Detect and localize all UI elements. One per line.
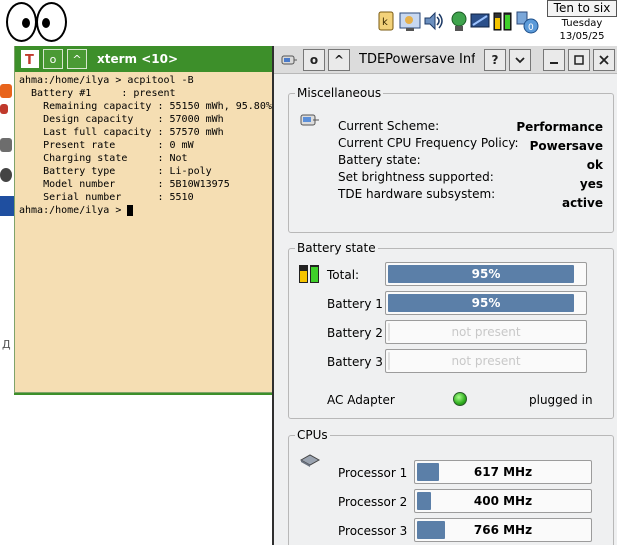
misc-heading: Miscellaneous bbox=[295, 86, 384, 100]
misc-value-hardware: active bbox=[561, 196, 603, 210]
svg-text:k: k bbox=[382, 17, 388, 28]
svg-text:T: T bbox=[25, 53, 34, 66]
battery-total-label: Total: bbox=[327, 268, 360, 282]
battery-total-text: 95% bbox=[471, 267, 501, 281]
misc-label-brightness: Set brightness supported: bbox=[338, 170, 494, 184]
keep-above-button[interactable]: ^ bbox=[328, 48, 350, 71]
display-settings-icon[interactable] bbox=[399, 10, 421, 34]
powersave-titlebar[interactable]: o ^ TDEPowersave Infor ? bbox=[274, 46, 617, 74]
xterm-bottom-border bbox=[14, 393, 273, 395]
misc-label-battery-state: Battery state: bbox=[338, 153, 421, 167]
ac-status-led bbox=[453, 392, 467, 406]
misc-value-scheme: Performance bbox=[516, 120, 603, 134]
misc-label-scheme: Current Scheme: bbox=[338, 119, 440, 133]
volume-icon[interactable] bbox=[423, 10, 445, 34]
cpus-heading: CPUs bbox=[295, 428, 330, 442]
powersave-window[interactable]: o ^ TDEPowersave Infor ? Miscellaneous C… bbox=[272, 46, 617, 545]
battery-3-label: Battery 3 bbox=[327, 355, 383, 369]
battery-1-text: 95% bbox=[471, 296, 501, 310]
network-manager-icon[interactable] bbox=[449, 10, 469, 34]
battery-2-bar: not present bbox=[385, 320, 587, 344]
laptop-icon bbox=[299, 112, 321, 133]
powersave-app-icon[interactable] bbox=[278, 49, 300, 71]
terminal-line: ahma:/home/ilya > acpitool -B bbox=[19, 75, 194, 86]
battery-tray-icon[interactable] bbox=[492, 10, 514, 34]
processor-2-text: 400 MHz bbox=[473, 494, 533, 508]
keyboard-layout-icon[interactable]: k bbox=[378, 10, 394, 34]
clock-day: Tuesday bbox=[561, 18, 603, 29]
processor-3-bar: 766 MHz bbox=[414, 518, 592, 542]
battery-2-text: not present bbox=[451, 325, 521, 339]
misc-value-battery-state: ok bbox=[586, 158, 603, 172]
misc-label-policy: Current CPU Frequency Policy: bbox=[338, 136, 519, 150]
xterm-title: xterm <10> bbox=[97, 52, 179, 66]
sticky-button[interactable]: o bbox=[43, 49, 63, 69]
misc-label-hardware: TDE hardware subsystem: bbox=[338, 187, 496, 201]
processor-2-label: Processor 2 bbox=[338, 495, 408, 509]
xterm-window[interactable]: T o ^ xterm <10> ahma:/home/ilya > acpit… bbox=[14, 46, 273, 393]
xterm-titlebar[interactable]: T o ^ xterm <10> bbox=[15, 46, 272, 72]
edge-char: Д bbox=[2, 338, 11, 351]
battery-1-label: Battery 1 bbox=[327, 297, 383, 311]
processor-3-label: Processor 3 bbox=[338, 524, 408, 538]
processor-1-bar: 617 MHz bbox=[414, 460, 592, 484]
sticky-button[interactable]: o bbox=[303, 48, 325, 71]
processor-3-text: 766 MHz bbox=[473, 523, 533, 537]
close-button[interactable] bbox=[593, 48, 615, 71]
terminal-line: Battery type : Li-poly bbox=[19, 166, 212, 177]
xterm-app-icon[interactable]: T bbox=[21, 50, 39, 68]
share-icon bbox=[0, 168, 12, 182]
help-button[interactable]: ? bbox=[484, 48, 506, 71]
battery-2-label: Battery 2 bbox=[327, 326, 383, 340]
misc-value-brightness: yes bbox=[579, 177, 603, 191]
network-badge: 0 bbox=[528, 23, 534, 33]
terminal-line: Present rate : 0 mW bbox=[19, 140, 194, 151]
misc-value-policy: Powersave bbox=[529, 139, 603, 153]
xeyes-right-eye bbox=[36, 2, 67, 42]
terminal-line: Battery #1 : present bbox=[19, 88, 176, 99]
firefox-icon bbox=[0, 84, 12, 98]
network-status-icon[interactable]: 0 bbox=[515, 10, 539, 34]
battery-total-bar: 95% bbox=[385, 262, 587, 286]
battery-1-bar: 95% bbox=[385, 291, 587, 315]
ac-adapter-label: AC Adapter bbox=[327, 393, 395, 407]
ac-adapter-status: plugged in bbox=[529, 393, 593, 407]
battery-group: Battery state Total: 95% Battery 1 95% B… bbox=[288, 241, 614, 419]
processor-2-bar: 400 MHz bbox=[414, 489, 592, 513]
monitor-icon[interactable] bbox=[470, 10, 490, 34]
powersave-title: TDEPowersave Infor bbox=[359, 52, 475, 67]
xeyes-left-eye bbox=[6, 2, 37, 42]
terminal-line: Last full capacity : 57570 mWh bbox=[19, 127, 224, 138]
clock-date: 13/05/25 bbox=[559, 31, 605, 42]
terminal-line: Design capacity : 57000 mWh bbox=[19, 114, 224, 125]
k-icon bbox=[0, 138, 12, 152]
menu-button[interactable] bbox=[509, 48, 531, 71]
terminal-line: Remaining capacity : 55150 mWh, 95.80% bbox=[19, 101, 272, 112]
battery-3-bar: not present bbox=[385, 349, 587, 373]
processor-1-text: 617 MHz bbox=[473, 465, 533, 479]
cpu-icon bbox=[299, 452, 321, 471]
panel-clock[interactable]: Ten to six Tuesday 13/05/25 bbox=[547, 0, 617, 46]
misc-group: Miscellaneous Current Scheme: Performanc… bbox=[288, 86, 614, 233]
bookmark-icon bbox=[0, 104, 8, 114]
terminal-cursor bbox=[127, 204, 134, 216]
terminal-prompt: ahma:/home/ilya > bbox=[19, 205, 128, 216]
terminal-line: Serial number : 5510 bbox=[19, 192, 194, 203]
processor-1-label: Processor 1 bbox=[338, 466, 408, 480]
terminal-line: Charging state : Not bbox=[19, 153, 188, 164]
terminal-line: Model number : 5B10W13975 bbox=[19, 179, 230, 190]
clock-time: Ten to six bbox=[547, 0, 617, 17]
battery-3-text: not present bbox=[451, 354, 521, 368]
top-panel: k 0 Ten to six Tuesday 13/05/25 bbox=[0, 0, 617, 46]
cpus-group: CPUs Processor 1 617 MHz Processor 2 400… bbox=[288, 428, 614, 545]
battery-icon bbox=[298, 263, 322, 288]
keep-above-button[interactable]: ^ bbox=[67, 49, 87, 69]
minimize-button[interactable] bbox=[543, 48, 565, 71]
terminal-output[interactable]: ahma:/home/ilya > acpitool -B Battery #1… bbox=[15, 72, 272, 219]
maximize-button[interactable] bbox=[568, 48, 590, 71]
battery-heading: Battery state bbox=[295, 241, 378, 255]
